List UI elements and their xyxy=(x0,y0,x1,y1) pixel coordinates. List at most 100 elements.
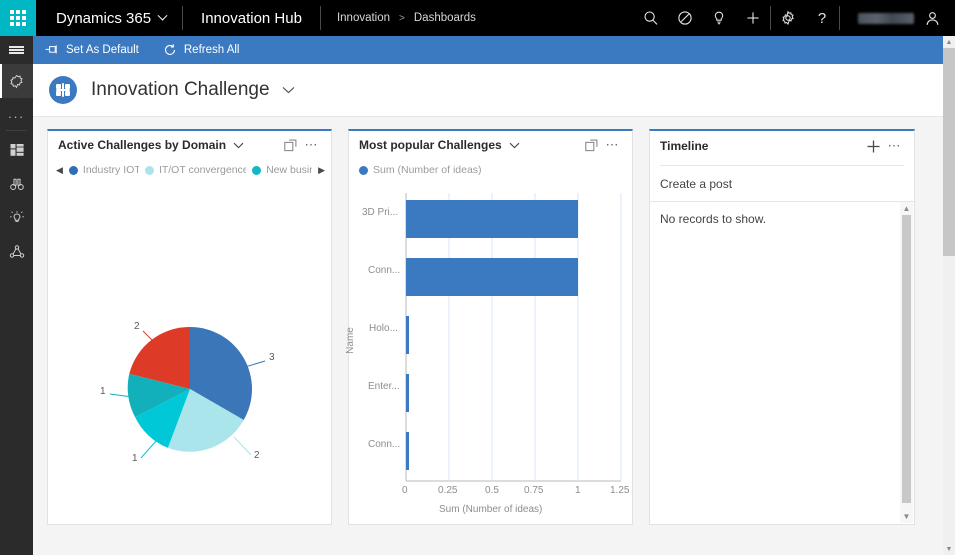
set-as-default-label: Set As Default xyxy=(66,44,139,56)
scroll-down-icon[interactable]: ▼ xyxy=(900,510,913,523)
hamburger-icon xyxy=(9,45,24,56)
user-menu[interactable] xyxy=(840,0,955,36)
timeline-scrollbar[interactable]: ▲ ▼ xyxy=(900,202,913,523)
breadcrumb-item-dashboards[interactable]: Dashboards xyxy=(414,12,476,24)
refresh-icon xyxy=(163,43,177,57)
app-launcher-button[interactable] xyxy=(0,0,36,36)
expand-icon[interactable] xyxy=(582,135,602,155)
chevron-down-icon[interactable] xyxy=(233,142,244,149)
waffle-icon xyxy=(10,10,26,26)
dashboard-glyph xyxy=(56,83,70,97)
gear-icon[interactable] xyxy=(771,0,805,36)
card-timeline: Timeline ⋯ Create a post No records to s… xyxy=(649,129,915,525)
bar-category-label-3: Enter... xyxy=(368,381,400,392)
pie-legend: ◀ Industry IOT IT/OT convergence New bus… xyxy=(48,159,331,179)
top-navigation-bar: Dynamics 365 Innovation Hub Innovation >… xyxy=(0,0,955,36)
pie-label-2: 1 xyxy=(132,453,138,464)
bar-x-tick-0: 0 xyxy=(402,485,408,496)
legend-label: IT/OT convergence xyxy=(159,164,246,176)
legend-next-button[interactable]: ▶ xyxy=(318,165,325,176)
chevron-down-icon[interactable] xyxy=(509,142,520,149)
scrollbar-thumb[interactable] xyxy=(902,215,911,503)
dashboard-selector-button[interactable] xyxy=(282,86,295,94)
lightbulb-icon xyxy=(9,210,25,226)
brand-label: Dynamics 365 xyxy=(56,10,151,27)
divider xyxy=(6,130,27,131)
app-name[interactable]: Innovation Hub xyxy=(183,0,320,36)
pie-label-0: 3 xyxy=(269,352,275,363)
timeline-empty-message: No records to show. xyxy=(650,202,914,236)
legend-label: New busin xyxy=(266,164,312,176)
scroll-up-icon[interactable]: ▲ xyxy=(943,36,955,48)
avatar xyxy=(924,10,941,27)
pie-label-1: 2 xyxy=(254,450,260,461)
scroll-down-icon[interactable]: ▼ xyxy=(943,543,955,555)
sidebar-item-discover[interactable] xyxy=(0,167,33,201)
legend-prev-button[interactable]: ◀ xyxy=(56,165,63,176)
bar-0 xyxy=(406,200,578,238)
bar-x-tick-2: 0.5 xyxy=(485,485,499,496)
legend-item-sum-number-of-ideas[interactable]: Sum (Number of ideas) xyxy=(357,164,482,176)
more-options-icon[interactable]: ⋯ xyxy=(602,137,625,153)
legend-item-new-business[interactable]: New busin xyxy=(252,164,312,176)
more-options-icon[interactable]: ⋯ xyxy=(301,137,324,153)
chevron-down-icon xyxy=(158,10,168,20)
command-bar: Set As Default Refresh All xyxy=(33,36,955,64)
breadcrumb: Innovation > Dashboards xyxy=(321,12,492,24)
card-most-popular-challenges: Most popular Challenges ⋯ Sum (Number of… xyxy=(348,129,633,525)
plus-icon[interactable] xyxy=(864,136,884,156)
bar-chart[interactable]: 3D Pri... Conn... Holo... Enter... Conn.… xyxy=(349,185,632,525)
breadcrumb-item-area[interactable]: Innovation xyxy=(337,12,390,24)
dashboard-page: Innovation Challenge Active Challenges b… xyxy=(33,64,943,555)
sidebar-overflow-button[interactable]: ... xyxy=(0,98,33,128)
card-header: Timeline ⋯ xyxy=(650,131,914,161)
sidebar-item-recent[interactable] xyxy=(0,64,33,98)
page-scrollbar[interactable]: ▲ ▼ xyxy=(943,36,955,555)
card-title: Active Challenges by Domain xyxy=(58,138,226,152)
sidebar-item-dashboards[interactable] xyxy=(0,133,33,167)
timeline-body: No records to show. ▲ ▼ xyxy=(650,201,914,522)
bar-x-tick-5: 1.25 xyxy=(610,485,629,496)
set-as-default-button[interactable]: Set As Default xyxy=(33,36,151,64)
create-post-input[interactable]: Create a post xyxy=(650,166,914,201)
legend-item-industry-iot[interactable]: Industry IOT xyxy=(69,164,139,176)
scrollbar-thumb[interactable] xyxy=(943,48,955,256)
bar-category-label-4: Conn... xyxy=(368,439,400,450)
bar-category-label-2: Holo... xyxy=(369,323,398,334)
expand-icon[interactable] xyxy=(281,135,301,155)
legend-label: Sum (Number of ideas) xyxy=(373,164,482,176)
left-sidebar: ... xyxy=(0,36,33,555)
page-header: Innovation Challenge xyxy=(33,64,943,117)
card-title: Timeline xyxy=(660,139,708,153)
legend-color-swatch xyxy=(145,166,154,175)
card-header: Most popular Challenges ⋯ xyxy=(349,131,632,159)
refresh-all-label: Refresh All xyxy=(184,44,240,56)
refresh-all-button[interactable]: Refresh All xyxy=(151,36,252,64)
assistant-icon[interactable] xyxy=(668,0,702,36)
bar-legend: Sum (Number of ideas) xyxy=(349,159,632,179)
more-options-icon[interactable]: ⋯ xyxy=(884,138,907,154)
lightbulb-icon[interactable] xyxy=(702,0,736,36)
search-icon[interactable] xyxy=(634,0,668,36)
page-title: Innovation Challenge xyxy=(91,79,270,101)
user-name xyxy=(858,13,914,24)
bar-chart-svg xyxy=(349,185,634,525)
card-title: Most popular Challenges xyxy=(359,138,502,152)
recent-icon xyxy=(9,74,24,89)
brand-menu[interactable]: Dynamics 365 xyxy=(36,0,182,36)
scroll-up-icon[interactable]: ▲ xyxy=(900,202,913,215)
sidebar-item-ideas[interactable] xyxy=(0,201,33,235)
help-icon[interactable]: ? xyxy=(805,0,839,36)
legend-label: Industry IOT xyxy=(83,164,139,176)
sidebar-item-community[interactable] xyxy=(0,235,33,269)
bar-3 xyxy=(406,374,409,412)
pie-label-3: 1 xyxy=(100,386,106,397)
breadcrumb-separator-icon: > xyxy=(399,13,405,24)
legend-item-it-ot-convergence[interactable]: IT/OT convergence xyxy=(145,164,246,176)
pie-chart[interactable]: 3 2 1 1 2 xyxy=(48,179,333,509)
site-map-button[interactable] xyxy=(0,36,33,64)
bar-1 xyxy=(406,258,578,296)
bar-y-axis-label: Name xyxy=(345,327,356,354)
bar-x-tick-1: 0.25 xyxy=(438,485,457,496)
plus-icon[interactable] xyxy=(736,0,770,36)
